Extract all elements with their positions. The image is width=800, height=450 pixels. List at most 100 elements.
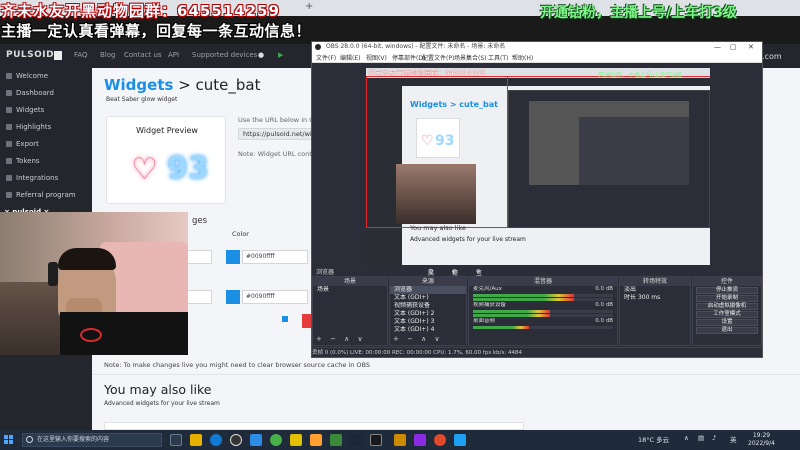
steam-icon[interactable] (350, 434, 362, 446)
sidebar-item-highlights[interactable]: Highlights (6, 123, 51, 131)
exit-button[interactable]: 退出 (696, 327, 758, 334)
widget-cards-row[interactable] (104, 422, 524, 430)
app-icon[interactable] (290, 434, 302, 446)
sidebar-item-dashboard[interactable]: Dashboard (6, 89, 54, 97)
start-tile (9, 440, 13, 444)
size-input-1[interactable] (184, 250, 212, 264)
app-icon[interactable] (310, 434, 322, 446)
welcome-icon (6, 73, 12, 79)
mixer-header: 混音器 (469, 277, 617, 286)
volume-meter[interactable] (473, 294, 613, 297)
source-item[interactable]: 文本 (GDI+) 4 (390, 326, 466, 334)
close-button[interactable]: ✕ (748, 42, 754, 52)
app-icon[interactable] (414, 434, 426, 446)
color-hex-input-1[interactable]: #0090ffff (242, 250, 308, 264)
obs-titlebar[interactable]: OBS 28.0.0 (64-bit, windows) - 配置文件: 未命名… (312, 42, 762, 52)
color-swatch-1[interactable] (226, 250, 240, 264)
color-swatch-2[interactable] (226, 290, 240, 304)
app-icon[interactable] (370, 434, 382, 446)
minimize-button[interactable]: — (714, 42, 721, 52)
chrome-icon[interactable] (434, 434, 446, 446)
new-tab-button[interactable]: + (305, 1, 313, 12)
source-item[interactable]: 文本 (GDI+) 2 (390, 310, 466, 318)
scene-item[interactable]: 场景 (313, 286, 387, 294)
obs-preview[interactable]: Widgets > cute_bat ♡ 93 齐未水友开黑动物园群：64551… (366, 68, 710, 265)
studio-mode-button[interactable]: 工作室模式 (696, 311, 758, 318)
nav-link-api[interactable]: API (168, 51, 179, 59)
network-icon[interactable]: ▤ (698, 434, 704, 442)
divider (92, 374, 800, 375)
transition-select[interactable]: 淡出 (620, 286, 690, 294)
settings-button[interactable]: 设置 (696, 319, 758, 326)
task-view-icon[interactable] (170, 434, 182, 446)
file-explorer-icon[interactable] (190, 434, 202, 446)
app-icon[interactable] (270, 434, 282, 446)
app-icon[interactable] (454, 434, 466, 446)
tray-arrow-icon[interactable]: ∧ (684, 434, 689, 442)
taskbar-clock[interactable]: 19:29 2022/9/4 (748, 432, 775, 448)
sidebar-item-export[interactable]: Export (6, 140, 39, 148)
volume-icon[interactable]: ♪ (712, 434, 716, 442)
sidebar-item-welcome[interactable]: Welcome (6, 72, 48, 80)
source-item[interactable]: 视频捕获设备 (390, 302, 466, 310)
sidebar-item-referral[interactable]: Referral program (6, 191, 76, 199)
obs-taskbar-icon[interactable] (230, 434, 242, 446)
nav-link-blog[interactable]: Blog (100, 51, 115, 59)
app-icon[interactable] (250, 434, 262, 446)
nav-link-devices[interactable]: Supported devices (192, 51, 257, 59)
sidebar-item-integrations[interactable]: Integrations (6, 174, 58, 182)
sources-footer-icons[interactable]: + − ∧ ∨ (393, 335, 443, 343)
maximize-button[interactable]: ▢ (730, 42, 737, 52)
volume-meter[interactable] (473, 310, 613, 313)
google-play-icon[interactable]: ▶ (278, 51, 283, 59)
apple-icon[interactable]: ● (258, 51, 264, 59)
scenes-footer-icons[interactable]: + − ∧ ∨ (316, 335, 366, 343)
source-item[interactable]: 浏览器 (390, 286, 466, 294)
nav-link-faq[interactable]: FAQ (74, 51, 88, 59)
color-hex-input-2[interactable]: #0090ffff (242, 290, 308, 304)
app-icon[interactable] (394, 434, 406, 446)
mixer-channel-name: 视频捕获设备 0.0 dB (469, 302, 617, 309)
menu-view[interactable]: 视图(V) (366, 53, 387, 62)
edge-icon[interactable] (210, 434, 222, 446)
menu-help[interactable]: 帮助(H) (512, 53, 533, 62)
preview-also-like: You may also like (410, 224, 466, 232)
menu-edit[interactable]: 编辑(E) (340, 53, 360, 62)
app-icon[interactable] (330, 434, 342, 446)
search-icon (26, 436, 33, 443)
breadcrumb-widgets[interactable]: Widgets (104, 76, 173, 94)
volume-slider[interactable] (473, 298, 613, 301)
start-recording-button[interactable]: 开始录制 (696, 295, 758, 302)
option-checkbox[interactable] (282, 316, 288, 322)
source-item[interactable]: 文本 (GDI+) 3 (390, 318, 466, 326)
size-input-2[interactable] (184, 290, 212, 304)
sidebar-item-tokens[interactable]: Tokens (6, 157, 40, 165)
selection-box[interactable] (366, 76, 508, 228)
menu-tools[interactable]: 工具(T) (488, 53, 508, 62)
menu-file[interactable]: 文件(F) (316, 53, 336, 62)
taskbar-search[interactable]: 在这里输入你要搜索的内容 (22, 433, 162, 447)
nav-link-contact[interactable]: Contact us (124, 51, 162, 59)
obs-docks: 场景 场景 + − ∧ ∨ 来源 浏览器 文本 (GDI+) 视频捕获设备 文本… (312, 276, 762, 346)
taskbar: 在这里输入你要搜索的内容 18°C 多云 ∧ ▤ ♪ 英 19:29 2022/… (0, 430, 800, 450)
nested-preview-inner (579, 117, 689, 185)
weather-widget[interactable]: 18°C 多云 (638, 434, 669, 444)
menu-docks[interactable]: 停靠部件(D) (392, 53, 425, 62)
volume-slider[interactable] (473, 314, 613, 317)
overlay-group-text: 齐未水友开黑动物园群：645514259 (1, 2, 280, 20)
pulsoid-logo[interactable]: PULSOID (6, 50, 54, 60)
windows-start-icon[interactable] (4, 435, 14, 445)
mixer-channel-db: 0.0 dB (595, 286, 613, 292)
ime-indicator[interactable]: 英 (730, 434, 737, 444)
stop-streaming-button[interactable]: 停止推流 (696, 287, 758, 294)
virtual-camera-button[interactable]: 启动虚拟摄像机 (696, 303, 758, 310)
menu-profile[interactable]: 配置文件(P) (422, 53, 454, 62)
menu-scene-collection[interactable]: 场景集合(S) (454, 53, 487, 62)
widget-url-field[interactable]: https://pulsoid.net/wid (238, 128, 318, 140)
webcam-feed (0, 212, 188, 355)
source-item[interactable]: 文本 (GDI+) (390, 294, 466, 302)
volume-meter[interactable] (473, 326, 613, 329)
obs-logo-icon (315, 44, 321, 50)
sidebar-item-widgets[interactable]: Widgets (6, 106, 44, 114)
transition-duration[interactable]: 时长 300 ms (620, 294, 690, 302)
